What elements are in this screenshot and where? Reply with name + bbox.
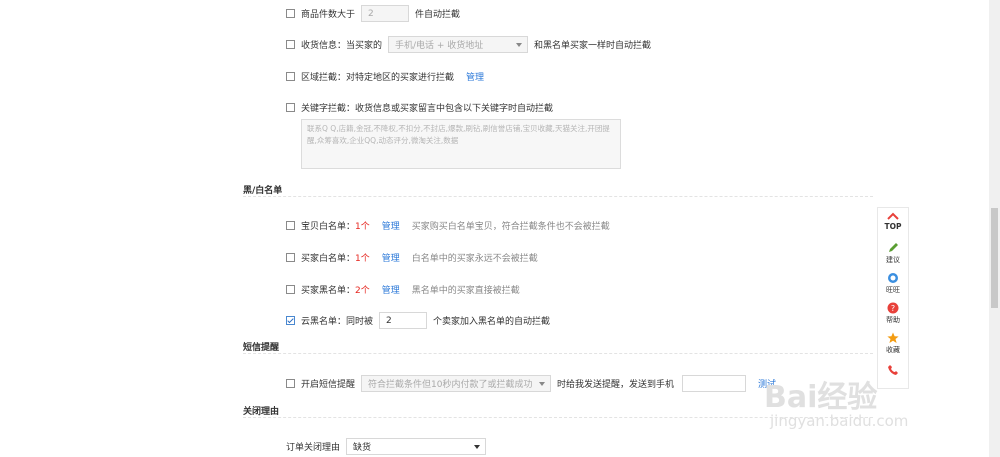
buyer-white-checkbox[interactable] xyxy=(286,253,295,262)
sidebar-suggest[interactable]: 建议 xyxy=(878,242,908,265)
cloud-black-label: 云黑名单：同时被 xyxy=(301,317,374,327)
wangwang-icon xyxy=(888,273,898,283)
keyword-label: 关键字拦截：收货信息或买家留言中包含以下关键字时自动拦截 xyxy=(301,104,554,114)
keyword-textarea[interactable]: 联系Q Q,店籍,金冠,不降权,不扣分,不封店,爆款,刷钻,刷信誉店铺,宝贝收藏… xyxy=(301,119,621,169)
buyer-white-manage-link[interactable]: 管理 xyxy=(382,251,400,264)
chevron-down-icon xyxy=(474,445,481,449)
region-manage-link[interactable]: 管理 xyxy=(466,70,484,83)
receiver-select[interactable]: 手机/电话 + 收货地址 xyxy=(388,36,529,53)
sms-title: 短信提醒 xyxy=(243,343,280,353)
sidebar-wangwang[interactable]: 旺旺 xyxy=(878,272,908,295)
receiver-label: 收货信息：当买家的 xyxy=(301,41,383,51)
close-reason-row: 订单关闭理由 缺货 xyxy=(286,438,487,455)
close-reason-select[interactable]: 缺货 xyxy=(346,438,487,455)
sms-checkbox[interactable] xyxy=(286,379,295,388)
item-white-label: 宝贝白名单： xyxy=(301,222,356,232)
item-white-manage-link[interactable]: 管理 xyxy=(382,219,400,232)
region-label: 区域拦截：对特定地区的买家进行拦截 xyxy=(301,73,455,83)
buyer-white-label: 买家白名单： xyxy=(301,254,356,264)
phone-icon xyxy=(888,365,898,375)
chevron-down-icon xyxy=(539,382,546,386)
buyer-white-row: 买家白名单： 1个 管理 白名单中的买家永远不会被拦截 xyxy=(286,251,538,264)
item-count-checkbox[interactable] xyxy=(286,9,295,18)
receiver-select-value: 手机/电话 + 收货地址 xyxy=(395,41,484,51)
sidebar-top-label: TOP xyxy=(884,222,902,231)
cloud-black-label-post: 个卖家加入黑名单的自动拦截 xyxy=(433,317,551,327)
item-count-label-post: 件自动拦截 xyxy=(415,10,461,20)
receiver-checkbox[interactable] xyxy=(286,40,295,49)
keyword-row: 关键字拦截：收货信息或买家留言中包含以下关键字时自动拦截 xyxy=(286,101,553,114)
item-white-checkbox[interactable] xyxy=(286,221,295,230)
sms-label-post: 时给我发送提醒，发送到手机 xyxy=(557,380,675,390)
buyer-black-manage-link[interactable]: 管理 xyxy=(382,283,400,296)
region-checkbox[interactable] xyxy=(286,72,295,81)
receiver-label-post: 和黑名单买家一样时自动拦截 xyxy=(534,41,652,51)
blackwhite-title: 黑/白名单 xyxy=(243,186,283,196)
star-icon xyxy=(887,332,899,343)
chevron-up-icon xyxy=(887,212,899,220)
buyer-black-count: 2个 xyxy=(355,286,370,296)
item-white-row: 宝贝白名单： 1个 管理 买家购买白名单宝贝，符合拦截条件也不会被拦截 xyxy=(286,219,610,232)
sidebar-phone[interactable] xyxy=(878,364,908,378)
watermark-url: jingyan.baidu.com xyxy=(770,412,909,430)
sms-select[interactable]: 符合拦截条件但10秒内付款了或拦截成功 xyxy=(361,375,552,392)
buyer-white-desc: 白名单中的买家永远不会被拦截 xyxy=(411,254,538,264)
receiver-row: 收货信息：当买家的 手机/电话 + 收货地址 和黑名单买家一样时自动拦截 xyxy=(286,36,651,53)
item-white-count: 1个 xyxy=(355,222,370,232)
sms-row: 开启短信提醒 符合拦截条件但10秒内付款了或拦截成功 时给我发送提醒，发送到手机… xyxy=(286,375,776,392)
item-white-desc: 买家购买白名单宝贝，符合拦截条件也不会被拦截 xyxy=(411,222,610,232)
sidebar-help[interactable]: ? 帮助 xyxy=(878,302,908,325)
svg-text:?: ? xyxy=(891,304,895,313)
floating-sidebar: TOP 建议 旺旺 ? 帮助 收藏 xyxy=(877,207,909,389)
buyer-black-desc: 黑名单中的买家直接被拦截 xyxy=(411,286,520,296)
item-count-input[interactable]: 2 xyxy=(361,5,410,22)
sidebar-suggest-label: 建议 xyxy=(886,256,900,264)
close-reason-select-value: 缺货 xyxy=(353,443,372,453)
sidebar-favorite-label: 收藏 xyxy=(886,346,900,354)
watermark-brand: Bai经验 xyxy=(764,380,878,415)
divider xyxy=(243,353,873,354)
cloud-black-row: 云黑名单：同时被 2 个卖家加入黑名单的自动拦截 xyxy=(286,312,550,329)
cloud-black-input[interactable]: 2 xyxy=(379,312,428,329)
close-reason-label: 订单关闭理由 xyxy=(286,443,341,453)
chevron-down-icon xyxy=(516,43,523,47)
sms-select-value: 符合拦截条件但10秒内付款了或拦截成功 xyxy=(368,380,533,390)
keyword-checkbox[interactable] xyxy=(286,103,295,112)
close-reason-title: 关闭理由 xyxy=(243,407,280,417)
item-count-row: 商品件数大于 2 件自动拦截 xyxy=(286,5,460,22)
buyer-black-label: 买家黑名单： xyxy=(301,286,356,296)
sidebar-favorite[interactable]: 收藏 xyxy=(878,332,908,355)
sidebar-help-label: 帮助 xyxy=(886,316,900,324)
scrollbar-thumb[interactable] xyxy=(991,208,998,308)
buyer-black-row: 买家黑名单： 2个 管理 黑名单中的买家直接被拦截 xyxy=(286,283,520,296)
sms-label: 开启短信提醒 xyxy=(301,380,356,390)
buyer-black-checkbox[interactable] xyxy=(286,285,295,294)
sidebar-top[interactable]: TOP xyxy=(878,212,908,232)
item-count-label: 商品件数大于 xyxy=(301,10,356,20)
region-row: 区域拦截：对特定地区的买家进行拦截 管理 xyxy=(286,70,484,83)
pencil-icon xyxy=(889,243,898,252)
divider xyxy=(243,196,873,197)
help-icon: ? xyxy=(887,302,899,314)
cloud-black-checkbox[interactable] xyxy=(286,316,295,325)
sms-phone-input[interactable] xyxy=(682,375,747,392)
sidebar-wangwang-label: 旺旺 xyxy=(886,286,900,294)
buyer-white-count: 1个 xyxy=(355,254,370,264)
